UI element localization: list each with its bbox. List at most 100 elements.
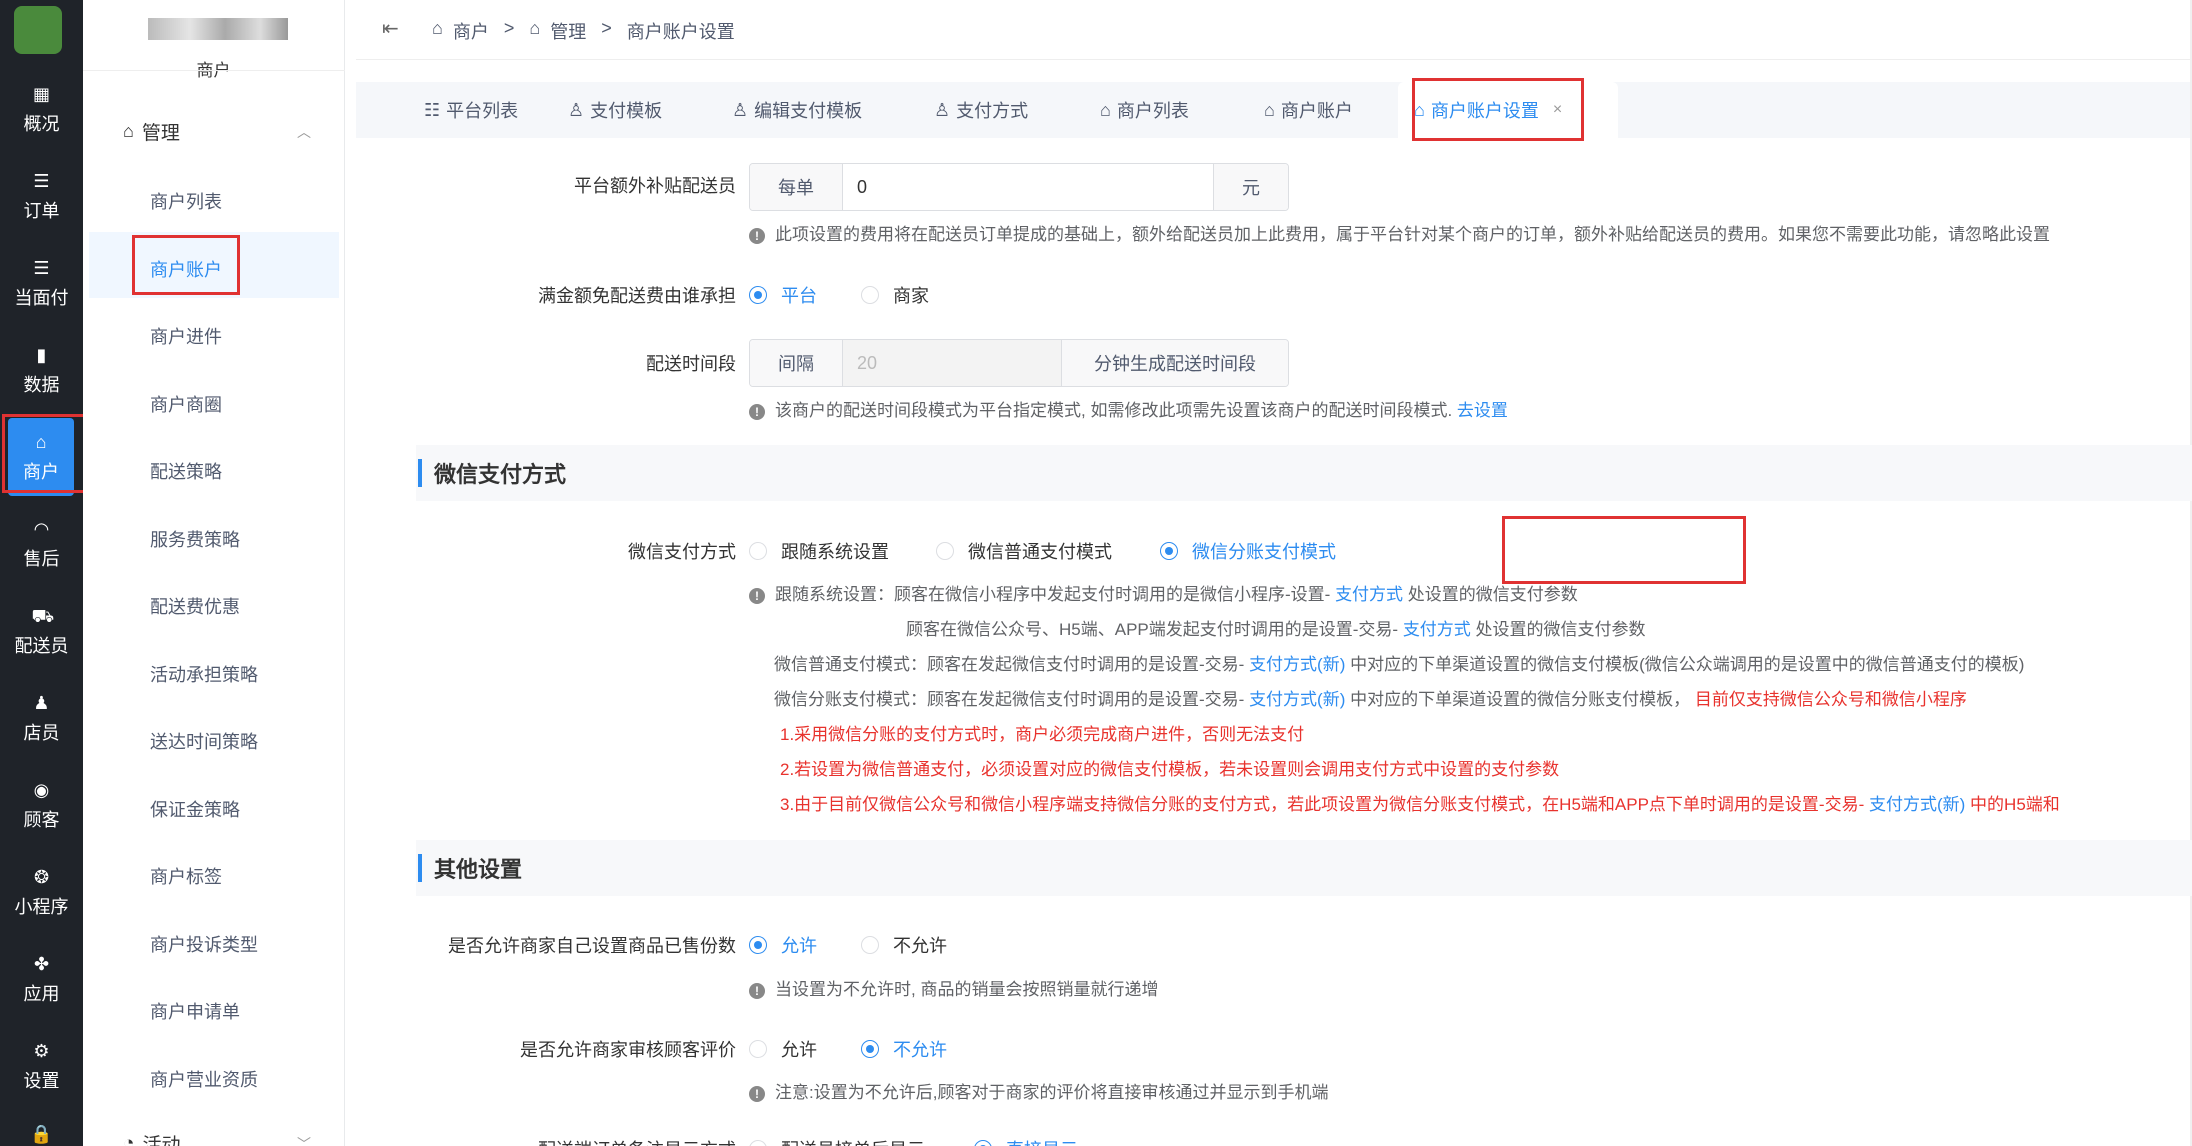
rail-item[interactable]: ◉ 顾客: [0, 766, 83, 844]
rail-item[interactable]: ☰ 当面付: [0, 244, 83, 322]
section-bar: [418, 459, 422, 487]
rail-item[interactable]: ▮ 数据: [0, 331, 83, 409]
close-icon[interactable]: ×: [1553, 101, 1562, 119]
section-header-other: 其他设置: [416, 840, 2192, 896]
submenu-item[interactable]: 商户申请单: [150, 998, 240, 1024]
tab-edit-payment-template[interactable]: ♙ 编辑支付模板: [732, 82, 862, 138]
tabs-bar: ☷ 平台列表 ♙ 支付模板 ♙ 编辑支付模板 ♙ 支付方式 ⌂ 商户列表 ⌂ 商户账户 ⌂ 商…: [356, 82, 2192, 138]
payment-method-new-link[interactable]: 支付方式(新): [1249, 655, 1345, 674]
rail-item-label: 售后: [23, 549, 60, 569]
radio-split-pay[interactable]: 微信分账支付模式: [1160, 538, 1336, 564]
submenu-item[interactable]: 保证金策略: [150, 796, 240, 822]
store-icon: ⌂: [1414, 99, 1425, 120]
chevron-down-icon[interactable]: ﹀: [297, 1134, 311, 1146]
platform-subsidy-input[interactable]: 0: [842, 164, 1214, 210]
radio-label: 微信分账支付模式: [1192, 542, 1336, 562]
help-line: ! 跟随系统设置：顾客在微信小程序中发起支付时调用的是微信小程序-设置- 支付方式…: [749, 580, 1578, 605]
go-settings-link[interactable]: 去设置: [1457, 401, 1508, 420]
rail-item[interactable]: ⚙ 设置: [0, 1027, 83, 1105]
delivery-interval-input[interactable]: 20: [842, 340, 1062, 386]
payment-method-new-link[interactable]: 支付方式(新): [1869, 795, 1965, 814]
collapse-menu-icon[interactable]: ⇤: [382, 16, 399, 41]
highlight-box: [1502, 516, 1746, 584]
payment-method-link[interactable]: 支付方式: [1403, 620, 1471, 639]
help-content: 处设置的微信支付参数: [1475, 620, 1646, 639]
help-content: 顾客在微信公众号、H5端、APP端发起支付时调用的是设置-交易-: [906, 620, 1399, 639]
radio-label: 商家: [893, 286, 929, 306]
warning-line: 2.若设置为微信普通支付，必须设置对应的微信支付模板，若未设置则会调用支付方式中…: [780, 760, 1560, 779]
store-icon: ⌂: [432, 18, 443, 38]
radio-follow-system[interactable]: 跟随系统设置: [749, 538, 889, 564]
rail-item-label: 设置: [23, 1071, 60, 1091]
radio-label: 配送员接单后显示: [781, 1136, 925, 1146]
submenu-item[interactable]: 商户商圈: [150, 391, 222, 417]
input-prefix: 间隔: [750, 340, 842, 386]
radio-disallow-sold[interactable]: 不允许: [861, 932, 947, 958]
help-line: 微信普通支付模式：顾客在发起微信支付时调用的是设置-交易- 支付方式(新) 中对…: [774, 650, 2024, 675]
help-content: 该商户的配送时间段模式为平台指定模式, 如需修改此项需先设置该商户的配送时间段模…: [775, 401, 1453, 420]
radio-normal-pay[interactable]: 微信普通支付模式: [936, 538, 1112, 564]
menu-group-manage[interactable]: ⌂ 管理: [123, 118, 180, 145]
rail-item[interactable]: ◠ 售后: [0, 505, 83, 583]
radio-dot: [749, 286, 767, 304]
tab-payment-template[interactable]: ♙ 支付模板: [568, 82, 662, 138]
tab-merchant-account-settings[interactable]: ⌂ 商户账户设置 ×: [1398, 82, 1618, 138]
field-label-note-display: 配送端订单备注显示方式: [396, 1136, 736, 1146]
menu-group-activity[interactable]: ◔ 活动: [123, 1130, 181, 1146]
help-text: ! 注意:设置为不允许后,顾客对于商家的评价将直接审核通过并显示到手机端: [749, 1078, 1328, 1103]
breadcrumb-item[interactable]: 管理: [550, 18, 586, 44]
radio-merchant[interactable]: 商家: [861, 282, 929, 308]
tab-label: 商户账户设置: [1430, 101, 1539, 121]
section-header-wechat: 微信支付方式: [416, 445, 2192, 501]
rail-item[interactable]: ☰ 订单: [0, 157, 83, 235]
divider: [83, 70, 345, 71]
submenu-item[interactable]: 商户投诉类型: [150, 931, 258, 957]
tab-platform-list[interactable]: ☷ 平台列表: [424, 82, 518, 138]
radio-dot: [974, 1140, 992, 1146]
submenu-item[interactable]: 商户营业资质: [150, 1066, 258, 1092]
submenu-item[interactable]: 商户账户: [150, 256, 222, 282]
input-suffix: 分钟生成配送时间段: [1062, 340, 1288, 386]
submenu-item[interactable]: 活动承担策略: [150, 661, 258, 687]
submenu-item[interactable]: 配送策略: [150, 458, 222, 484]
top-bar: ⇤ ⌂ 商户 > ⌂ 管理 > 商户账户设置: [356, 0, 2192, 60]
payment-method-link[interactable]: 支付方式: [1335, 585, 1403, 604]
rail-item[interactable]: ⌂ 商户: [8, 418, 74, 496]
radio-note-direct[interactable]: 直接显示: [974, 1136, 1078, 1146]
bar-chart-icon: ▮: [36, 345, 47, 365]
tab-merchant-list[interactable]: ⌂ 商户列表: [1100, 82, 1189, 138]
rail-item[interactable]: ❂ 小程序: [0, 853, 83, 931]
tab-merchant-account[interactable]: ⌂ 商户账户: [1264, 82, 1353, 138]
rail-item[interactable]: ♟ 店员: [0, 679, 83, 757]
submenu-item[interactable]: 送达时间策略: [150, 728, 258, 754]
user-icon: ♙: [732, 99, 749, 120]
radio-label: 直接显示: [1006, 1136, 1078, 1146]
submenu-item[interactable]: 服务费策略: [150, 526, 240, 552]
submenu-item[interactable]: 商户列表: [150, 188, 222, 214]
submenu-item[interactable]: 配送费优惠: [150, 593, 240, 619]
list-icon: ☰: [33, 258, 50, 278]
breadcrumb-item[interactable]: 商户: [453, 18, 489, 44]
radio-allow-sold[interactable]: 允许: [749, 932, 817, 958]
section-bar: [418, 854, 422, 882]
help-text: ! 当设置为不允许时, 商品的销量会按照销量就行递增: [749, 975, 1158, 1000]
rail-item[interactable]: ✤ 应用: [0, 940, 83, 1018]
chevron-up-icon[interactable]: ︿: [297, 122, 311, 142]
rail-item[interactable]: ▦ 概况: [0, 70, 83, 148]
radio-allow-review[interactable]: 允许: [749, 1036, 817, 1062]
radio-disallow-review[interactable]: 不允许: [861, 1036, 947, 1062]
breadcrumb: ⌂ 商户 > ⌂ 管理 > 商户账户设置: [432, 18, 735, 44]
radio-note-after-accept[interactable]: 配送员接单后显示: [749, 1136, 925, 1146]
payment-method-new-link[interactable]: 支付方式(新): [1249, 690, 1345, 709]
submenu-item[interactable]: 商户标签: [150, 863, 222, 889]
radio-platform[interactable]: 平台: [749, 282, 817, 308]
rail-item-label: 当面付: [14, 288, 69, 308]
tab-payment-method[interactable]: ♙ 支付方式: [934, 82, 1028, 138]
radio-dot: [861, 936, 879, 954]
radio-dot: [861, 286, 879, 304]
submenu-item[interactable]: 商户进件: [150, 323, 222, 349]
input-suffix: 元: [1214, 164, 1288, 210]
field-label-free-delivery: 满金额免配送费由谁承担: [538, 286, 736, 306]
rail-item[interactable]: ⛟ 配送员: [0, 592, 83, 670]
tab-label: 商户列表: [1116, 101, 1189, 121]
